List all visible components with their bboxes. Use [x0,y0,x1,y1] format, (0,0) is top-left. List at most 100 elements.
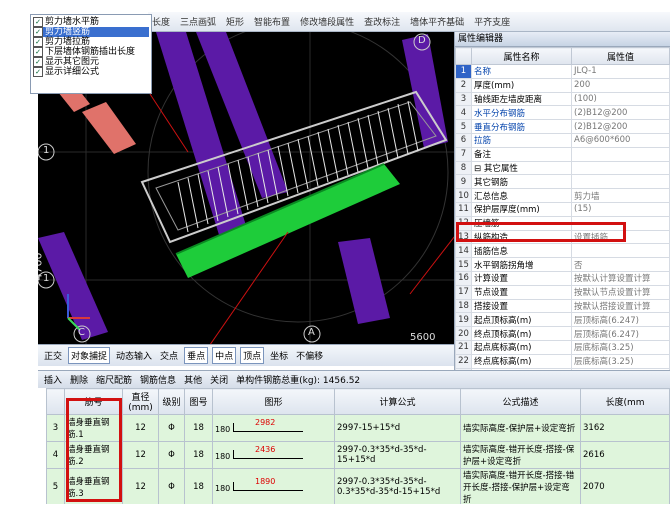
property-row[interactable]: 11 保护层厚度(mm) (15) [455,201,670,217]
rebar-diameter[interactable]: 12 [122,414,159,442]
property-value[interactable]: 按默认节点设置计算 [571,284,670,300]
property-row[interactable]: 2 厚度(mm) 200 [455,77,670,93]
snap-toggle[interactable]: 对象捕捉 [68,347,111,364]
property-row[interactable]: 14 插筋信息 [455,243,670,259]
checkbox-icon[interactable]: ✓ [33,47,43,57]
rebar-formula-description[interactable]: 墙实际高度-错开长度-搭接-保护层+设定弯折 [460,441,581,469]
property-value[interactable]: A6@600*600 [571,132,670,148]
dimension-4700: 4700 [38,252,45,281]
property-row[interactable]: 21 起点底标高(m) 层底标高(3.25) [455,339,670,355]
property-row[interactable]: 10 汇总信息 剪力墙 [455,188,670,203]
property-row[interactable]: 8 ⊟ 其它属性 [455,160,670,176]
rebar-length[interactable]: 3162 [580,414,670,442]
snap-toggle[interactable]: 不偏移 [294,348,325,363]
grid-toolbar-button[interactable]: 插入 [44,373,62,386]
toolbar-item-smart-layout[interactable]: 智能布置 [254,15,290,28]
table-row[interactable]: 4 墙身垂直钢筋.2 12 Φ 18 180 2436 2997-0.3*35*d-35*d-… [46,441,670,469]
property-value[interactable]: 层底标高(3.25) [571,339,670,355]
checkbox-icon[interactable]: ✓ [33,67,43,77]
rebar-diameter[interactable]: 12 [122,468,159,504]
property-row[interactable]: 22 终点底标高(m) 层底标高(3.25) [455,353,670,369]
rebar-grade[interactable]: Φ [158,441,185,469]
option-vertical-bar[interactable]: ✓ 剪力墙竖筋 [33,27,149,37]
snap-toggle[interactable]: 垂点 [184,347,209,364]
rebar-diameter[interactable]: 12 [122,441,159,469]
toolbar-item-modify-wall-props[interactable]: 修改墙段属性 [300,15,354,28]
snap-toggle[interactable]: 中点 [212,347,237,364]
table-row[interactable]: 5 墙身垂直钢筋.3 12 Φ 18 180 1890 2997-0.3*35*d-35*d-… [46,468,670,504]
property-row[interactable]: 9 其它钢筋 [455,174,670,190]
property-value[interactable] [571,160,670,176]
rebar-formula-description[interactable]: 墙实际高度-错开长度-搭接-错开长度-搭接-保护层+设定弯折 [460,468,581,504]
option-lower-insert-length[interactable]: ✓ 下层墙体钢筋插出长度 [33,47,149,57]
property-value[interactable] [571,174,670,190]
rebar-shape[interactable]: 180 1890 [212,468,335,504]
checkbox-icon[interactable]: ✓ [33,17,43,27]
property-row[interactable]: 19 起点顶标高(m) 层顶标高(6.247) [455,312,670,328]
option-show-formula[interactable]: ✓ 显示详细公式 [33,67,149,77]
rebar-figure-no[interactable]: 18 [184,468,213,504]
rebar-length[interactable]: 2616 [580,441,670,469]
snap-toggle[interactable]: 交点 [158,348,180,363]
property-value[interactable]: 按默认搭接设置计算 [571,298,670,314]
rebar-formula[interactable]: 2997-0.3*35*d-35*d-0.3*35*d-35*d-15+15*d [334,468,461,504]
property-row[interactable]: 3 轴线距左墙皮距离 (100) [455,91,670,107]
grid-toolbar-button[interactable]: 缩尺配筋 [96,373,132,386]
property-row[interactable]: 4 水平分布钢筋 (2)B12@200 [455,105,670,121]
property-row[interactable]: 16 计算设置 按默认计算设置计算 [455,270,670,286]
snap-toggle[interactable]: 坐标 [268,348,290,363]
toolbar-item-flush-support[interactable]: 平齐支座 [474,15,510,28]
toolbar-item-length[interactable]: 长度 [152,15,170,28]
option-show-other[interactable]: ✓ 显示其它图元 [33,57,149,67]
property-value[interactable]: (2)B12@200 [571,119,670,134]
grid-toolbar-button[interactable]: 删除 [70,373,88,386]
rebar-formula[interactable]: 2997-15+15*d [334,414,461,442]
rebar-grade[interactable]: Φ [158,468,185,504]
property-row[interactable]: 7 备注 [455,146,670,162]
property-value[interactable]: 200 [571,77,670,93]
checkbox-icon[interactable]: ✓ [33,37,43,47]
snap-toggle[interactable]: 动态输入 [114,348,154,363]
grid-toolbar-button[interactable]: 其他 [184,373,202,386]
property-row[interactable]: 17 节点设置 按默认节点设置计算 [455,284,670,300]
property-value[interactable]: 否 [571,257,670,272]
rebar-formula[interactable]: 2997-0.3*35*d-35*d-15+15*d [334,441,461,469]
snap-toggle[interactable]: 正交 [42,348,64,363]
property-value[interactable]: 按默认计算设置计算 [571,270,670,286]
property-value[interactable] [571,243,670,259]
toolbar-item-wall-flush-base[interactable]: 墙体平齐基础 [410,15,464,28]
table-row[interactable]: 3 墙身垂直钢筋.1 12 Φ 18 180 2982 2997-15+15*d 墙实际高度-保… [46,414,670,442]
toolbar-item-rectangle[interactable]: 矩形 [226,15,244,28]
toolbar-item-edit-label[interactable]: 查改标注 [364,15,400,28]
rebar-grade[interactable]: Φ [158,414,185,442]
rebar-shape[interactable]: 180 2436 [212,441,335,469]
property-value[interactable]: 剪力墙 [571,188,670,203]
toolbar-item-three-point-arc[interactable]: 三点画弧 [180,15,216,28]
property-row[interactable]: 1 名称 JLQ-1 [455,64,670,79]
snap-toggle[interactable]: 顶点 [240,347,265,364]
option-tie-bar[interactable]: ✓ 剪力墙拉筋 [33,37,149,47]
property-row[interactable]: 5 垂直分布钢筋 (2)B12@200 [455,119,670,134]
rebar-formula-description[interactable]: 墙实际高度-保护层+设定弯折 [460,414,581,442]
checkbox-icon[interactable]: ✓ [33,27,43,37]
property-value[interactable]: 层顶标高(6.247) [571,326,670,341]
grid-toolbar-button[interactable]: 关闭 [210,373,228,386]
property-row[interactable]: 20 终点顶标高(m) 层顶标高(6.247) [455,326,670,341]
property-row[interactable]: 6 拉筋 A6@600*600 [455,132,670,148]
property-row[interactable]: 15 水平钢筋拐角增否 [455,257,670,272]
property-value[interactable]: 层顶标高(6.247) [571,312,670,328]
property-value[interactable]: (2)B12@200 [571,105,670,121]
checkbox-icon[interactable]: ✓ [33,57,43,67]
property-value[interactable]: (100) [571,91,670,107]
property-value[interactable]: (15) [571,201,670,217]
rebar-figure-no[interactable]: 18 [184,441,213,469]
grid-toolbar-button[interactable]: 钢筋信息 [140,373,176,386]
rebar-length[interactable]: 2070 [580,468,670,504]
property-value[interactable]: 层底标高(3.25) [571,353,670,369]
rebar-figure-no[interactable]: 18 [184,414,213,442]
property-value[interactable]: JLQ-1 [571,64,670,79]
property-value[interactable] [571,146,670,162]
property-row[interactable]: 18 搭接设置 按默认搭接设置计算 [455,298,670,314]
option-horizontal-bar[interactable]: ✓ 剪力墙水平筋 [33,17,149,27]
rebar-shape[interactable]: 180 2982 [212,414,335,442]
